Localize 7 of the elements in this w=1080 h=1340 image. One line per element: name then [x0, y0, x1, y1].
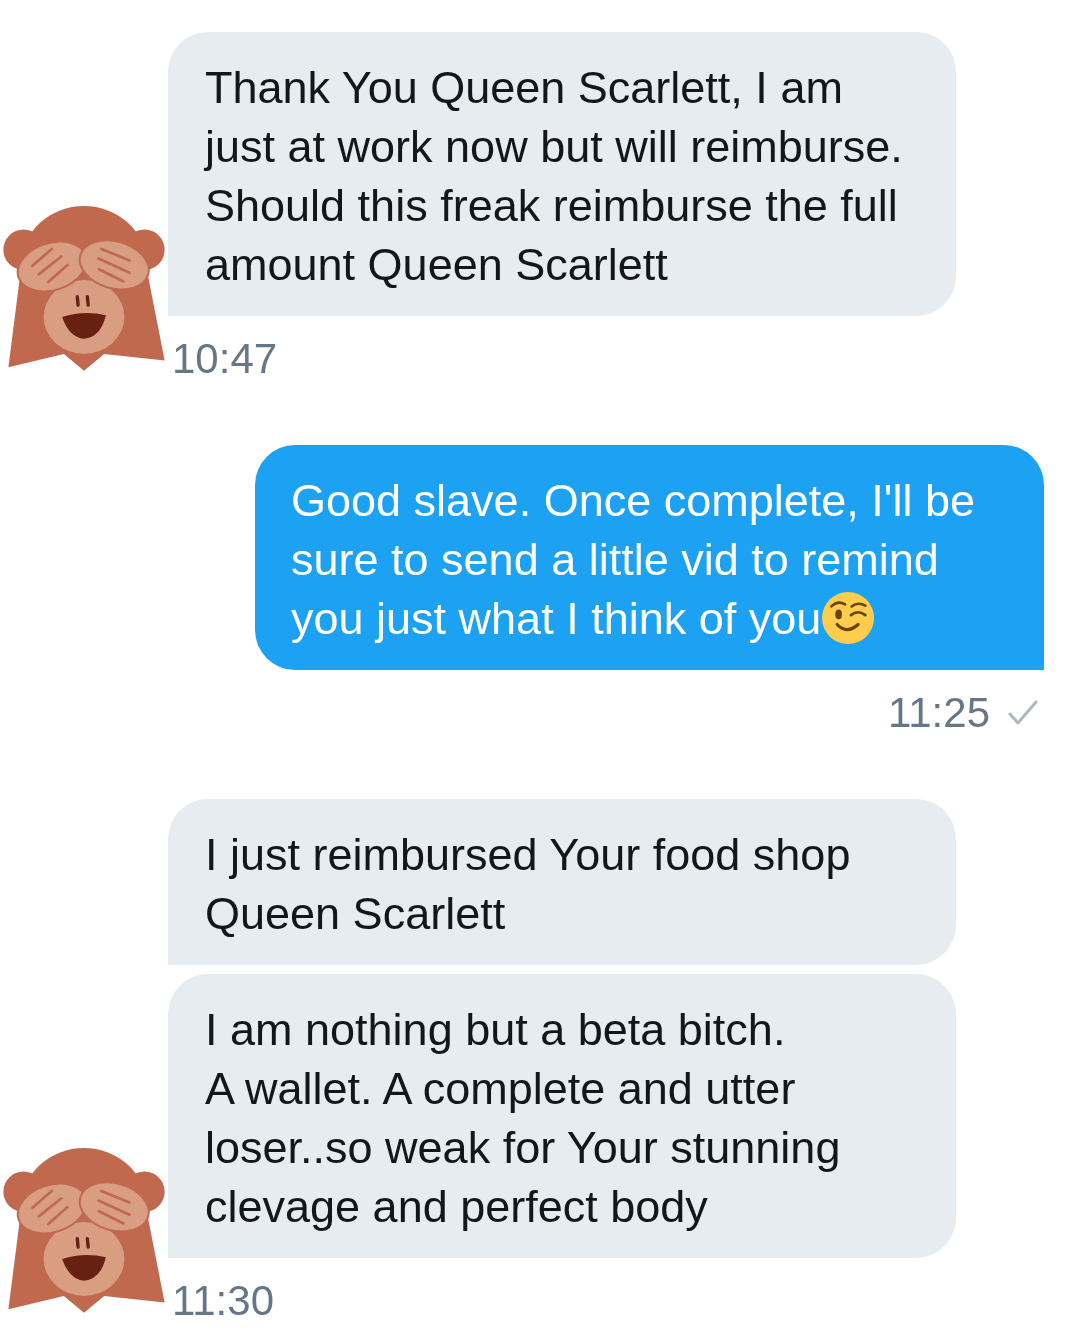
message-text: I am nothing but a beta bitch. A wallet. A complete and utter loser..so weak for Your stunning clevage and perfect body: [205, 1004, 842, 1232]
timestamp: 11:25: [888, 689, 990, 737]
timestamp: 10:47: [172, 335, 278, 382]
message-text: I just reimbursed Your food shop Queen Scarlett: [205, 829, 852, 939]
timestamp: 11:30: [172, 1277, 274, 1324]
message-text: Thank You Queen Scarlett, I am just at work now but will reimburse. Should this freak reimburse the full amount Queen Scarlett: [205, 62, 904, 290]
wink-emoji-icon: [822, 592, 875, 644]
